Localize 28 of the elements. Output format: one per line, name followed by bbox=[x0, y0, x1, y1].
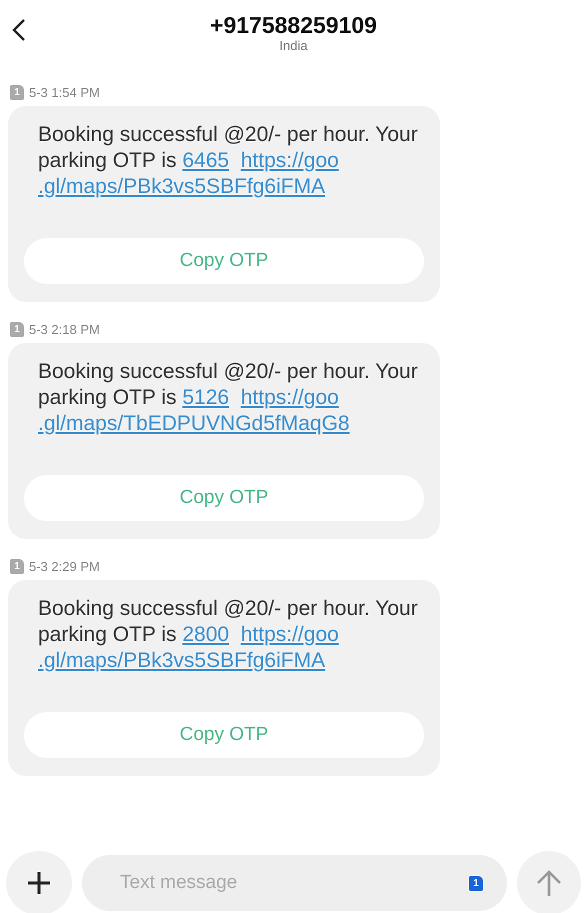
map-link[interactable]: .gl/maps/PBk3vs5SBFfg6iFMA bbox=[38, 649, 326, 672]
map-link[interactable]: https://goo bbox=[240, 623, 339, 646]
contact-number: +917588259109 bbox=[210, 12, 377, 38]
map-link[interactable]: .gl/maps/PBk3vs5SBFfg6iFMA bbox=[38, 175, 326, 198]
map-link[interactable]: https://goo bbox=[240, 386, 339, 409]
contact-country: India bbox=[279, 38, 308, 54]
message-time: 5-3 2:29 PM bbox=[29, 559, 100, 574]
back-icon[interactable] bbox=[12, 18, 26, 42]
message-text: Booking successful @20/- per hour. Your parking OTP is 2800 https://goo .gl/maps/PBk3vs5SBFfg6iFMA bbox=[37, 596, 419, 674]
plus-icon bbox=[27, 871, 51, 895]
otp-link[interactable]: 5126 bbox=[182, 386, 230, 409]
copy-otp-button[interactable]: Copy OTP bbox=[24, 712, 424, 758]
otp-link[interactable]: 2800 bbox=[182, 623, 230, 646]
copy-otp-button[interactable]: Copy OTP bbox=[24, 475, 424, 521]
message-time: 5-3 1:54 PM bbox=[29, 85, 100, 100]
message-text: Booking successful @20/- per hour. Your parking OTP is 6465 https://goo .gl/maps/PBk3vs5SBFfg6iFMA bbox=[37, 122, 419, 200]
message-text: Booking successful @20/- per hour. Your parking OTP is 5126 https://goo .gl/maps/TbEDPUVNGd5fMaqG8 bbox=[37, 359, 419, 437]
message-input-field[interactable]: Text message 1 bbox=[82, 855, 507, 911]
sim-icon: 1 bbox=[10, 559, 24, 574]
copy-otp-button[interactable]: Copy OTP bbox=[24, 238, 424, 284]
sim-icon: 1 bbox=[10, 85, 24, 100]
sim-icon: 1 bbox=[10, 322, 24, 337]
otp-link[interactable]: 6465 bbox=[182, 149, 230, 172]
up-arrow-icon bbox=[536, 869, 562, 897]
sim-icon[interactable]: 1 bbox=[469, 876, 483, 890]
message-time: 5-3 2:18 PM bbox=[29, 322, 100, 337]
map-link[interactable]: .gl/maps/TbEDPUVNGd5fMaqG8 bbox=[38, 412, 350, 435]
map-link[interactable]: https://goo bbox=[240, 149, 339, 172]
